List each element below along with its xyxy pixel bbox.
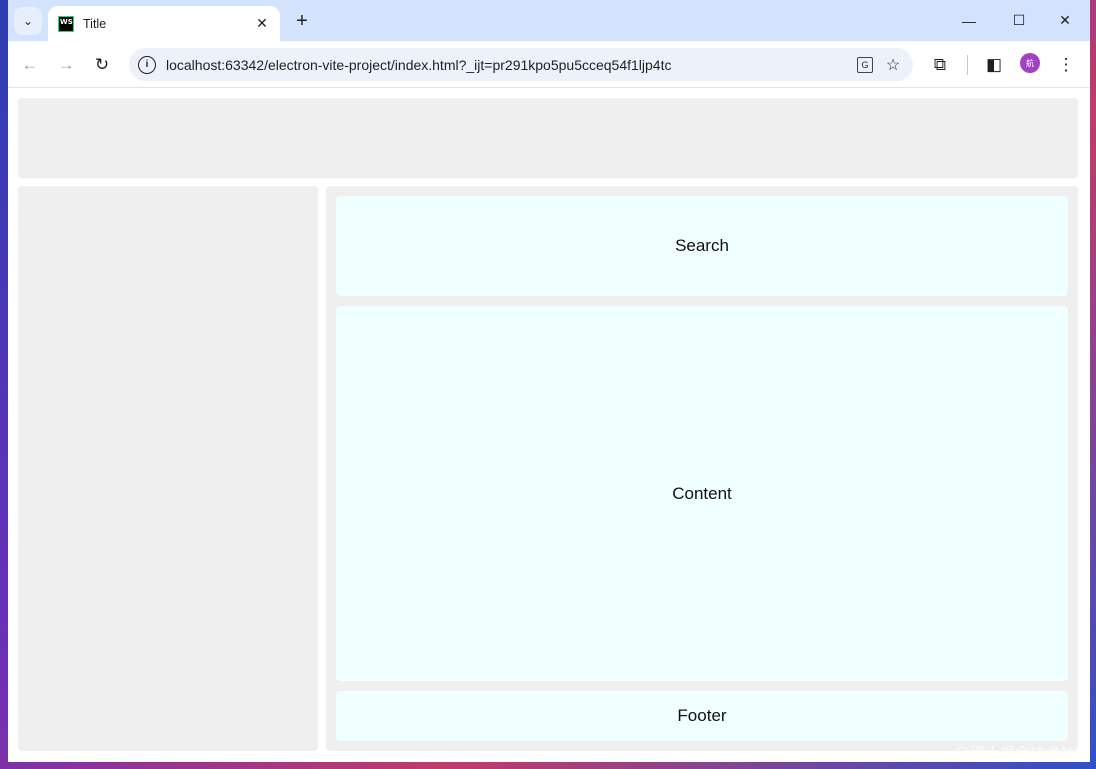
maximize-button[interactable]: ☐ <box>996 0 1042 41</box>
profile-avatar[interactable]: 航 <box>1020 53 1040 73</box>
new-tab-button[interactable]: + <box>290 9 314 33</box>
tab-search-button[interactable]: ⌄ <box>14 7 42 35</box>
more-vert-icon: ⋮ <box>1057 55 1075 74</box>
browser-window: ⌄ WS Title ✕ + — ☐ ✕ ← → ↻ i localhost:6… <box>8 0 1090 762</box>
close-window-button[interactable]: ✕ <box>1042 0 1088 41</box>
minimize-button[interactable]: — <box>946 0 992 41</box>
tab-title: Title <box>83 16 107 31</box>
url-text[interactable]: localhost:63342/electron-vite-project/in… <box>166 57 851 73</box>
chevron-down-icon: ⌄ <box>22 14 34 28</box>
webstorm-favicon-icon: WS <box>58 15 74 32</box>
content-panel: Content <box>336 306 1068 681</box>
back-arrow-icon: ← <box>21 55 39 74</box>
forward-arrow-icon: → <box>57 55 75 74</box>
search-label: Search <box>675 236 729 255</box>
close-tab-icon[interactable]: ✕ <box>254 15 270 32</box>
puzzle-icon: ⧉ <box>933 55 947 74</box>
side-panel-icon: ◧ <box>985 55 1003 74</box>
header-area <box>18 98 1078 178</box>
maximize-icon: ☐ <box>1012 12 1026 28</box>
side-panel-button[interactable]: ◧ <box>980 51 1008 79</box>
reload-icon: ↻ <box>94 55 110 74</box>
toolbar-divider <box>967 55 968 75</box>
active-tab[interactable]: WS Title ✕ <box>48 6 280 41</box>
footer-panel: Footer <box>336 691 1068 741</box>
browser-menu-button[interactable]: ⋮ <box>1052 51 1080 79</box>
tab-strip: ⌄ WS Title ✕ + — ☐ ✕ <box>8 0 1090 41</box>
close-icon: ✕ <box>1059 12 1071 28</box>
site-info-icon[interactable]: i <box>138 55 156 74</box>
watermark-text: @稀土掘金技术社区 <box>954 744 1090 762</box>
bookmark-star-icon[interactable]: ☆ <box>879 51 907 79</box>
main-area: Search Content Footer <box>326 186 1078 751</box>
page-viewport: Search Content Footer <box>8 89 1090 762</box>
forward-button[interactable]: → <box>52 51 80 79</box>
address-bar[interactable]: i localhost:63342/electron-vite-project/… <box>129 48 913 81</box>
minimize-icon: — <box>962 12 976 29</box>
search-panel: Search <box>336 196 1068 296</box>
sidebar-area <box>18 186 318 751</box>
back-button[interactable]: ← <box>16 51 44 79</box>
footer-label: Footer <box>677 706 727 725</box>
extensions-button[interactable]: ⧉ <box>926 51 954 79</box>
translate-icon: G <box>857 56 873 73</box>
reload-button[interactable]: ↻ <box>88 51 116 79</box>
browser-toolbar: ← → ↻ i localhost:63342/electron-vite-pr… <box>8 41 1090 88</box>
content-label: Content <box>672 483 732 503</box>
translate-button[interactable]: G <box>851 51 879 79</box>
